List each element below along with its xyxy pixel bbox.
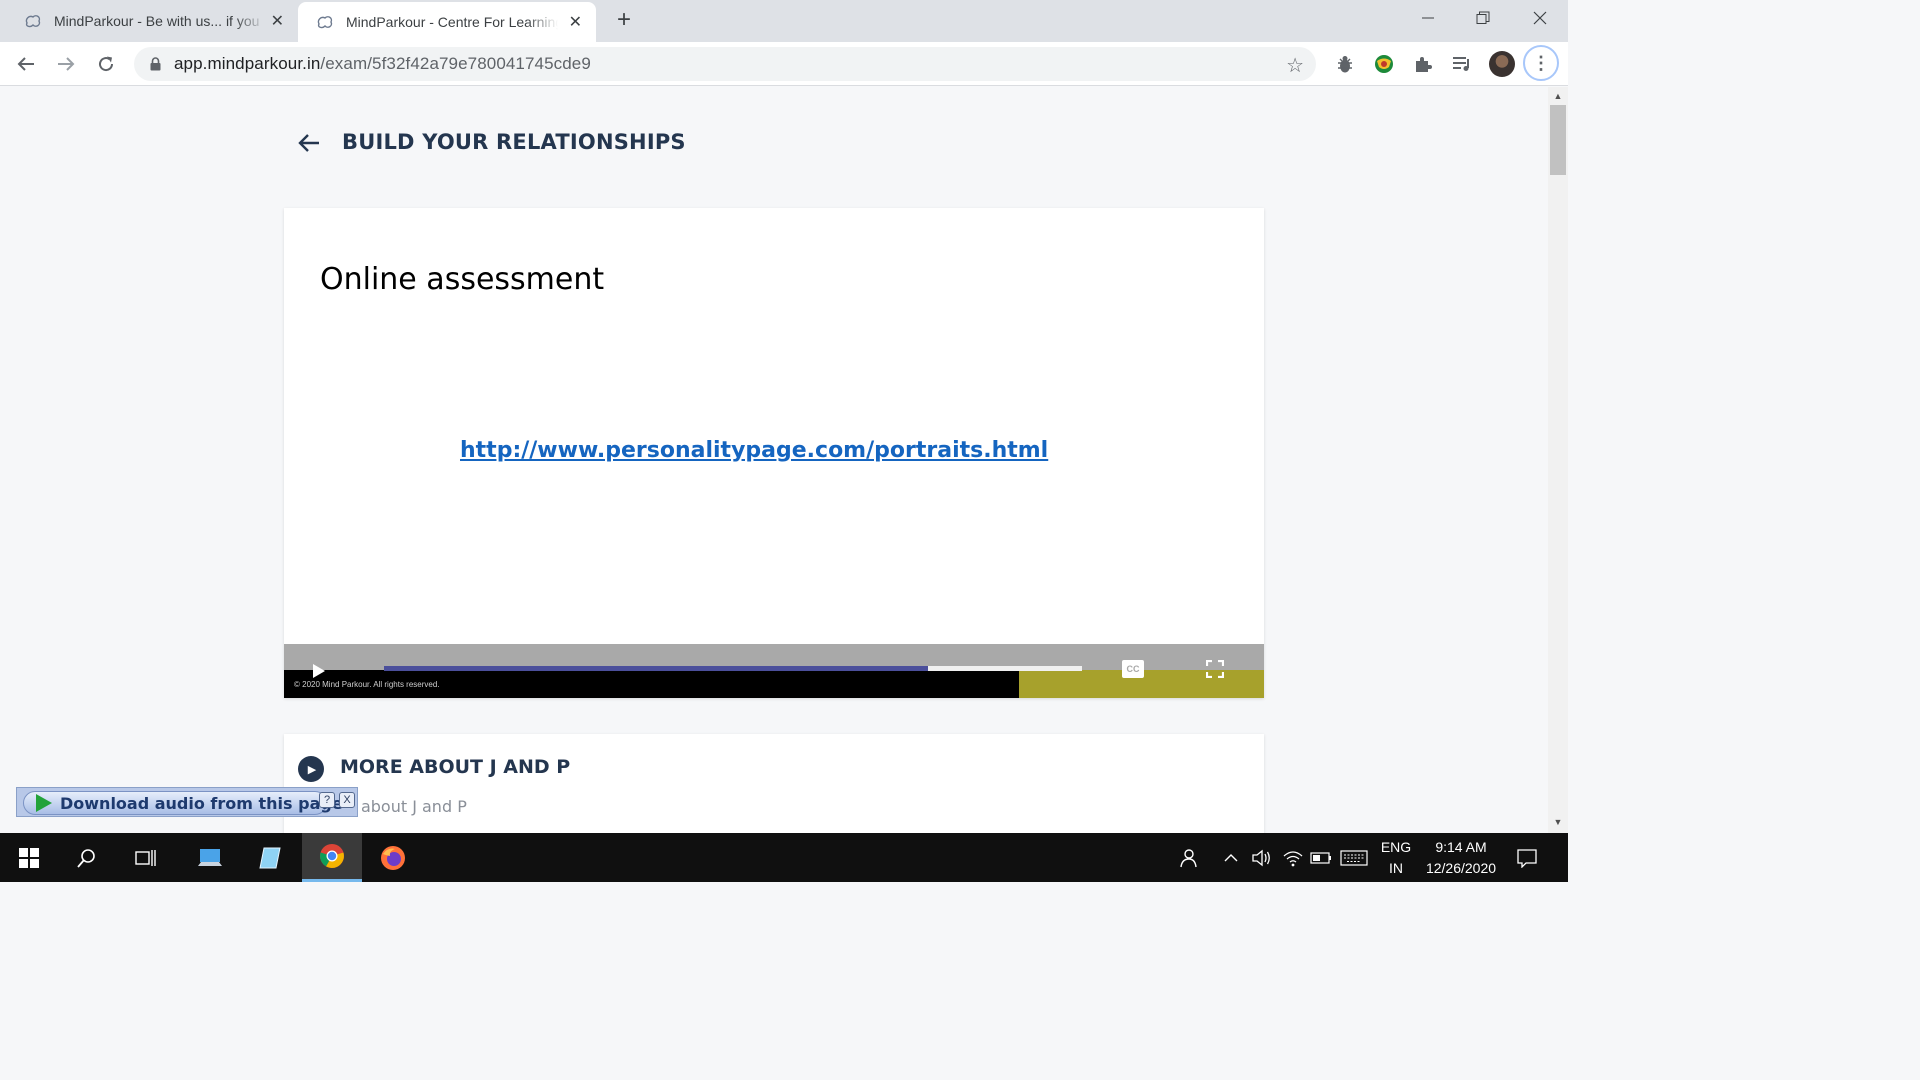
restore-button[interactable] [1459,0,1507,36]
forward-button[interactable] [52,50,80,78]
back-arrow-icon[interactable] [296,128,322,158]
system-clock[interactable]: 9:14 AM 12/26/2020 [1416,837,1506,879]
minimize-button[interactable] [1404,0,1452,36]
slide-link[interactable]: http://www.personalitypage.com/portraits… [460,438,1048,463]
tab-mindparkour-home[interactable]: MindParkour - Be with us... if you ✕ [0,0,298,42]
download-audio-widget: Download audio from this page ? X [16,787,358,817]
lock-icon[interactable] [148,57,162,71]
tab-title: MindParkour - Centre For Learning [346,14,558,30]
section-title: MORE ABOUT J AND P [340,756,571,778]
seek-progress [384,666,929,671]
page-scrollbar[interactable]: ▲ ▼ [1548,87,1568,833]
video-controls: CC © 2020 Mind Parkour. All rights reser… [284,644,1264,698]
language-code: ENG [1380,839,1412,855]
closed-captions-button[interactable]: CC [1122,660,1144,678]
seek-bar[interactable] [384,666,1082,671]
globe-extension-icon[interactable] [1372,52,1396,76]
section-play-icon[interactable]: ▶ [298,756,324,782]
url-text: app.mindparkour.in/exam/5f32f42a79e78004… [174,54,591,74]
play-icon[interactable] [308,660,330,682]
download-audio-label: Download audio from this page [60,793,343,813]
notifications-icon[interactable] [1512,833,1542,882]
video-player[interactable]: Online assessment http://www.personality… [284,208,1264,698]
help-button[interactable]: ? [319,792,335,808]
page-title: BUILD YOUR RELATIONSHIPS [342,130,686,154]
back-button[interactable] [12,50,40,78]
mindparkour-favicon-icon [316,13,334,31]
fullscreen-icon[interactable] [1205,659,1225,679]
notes-app-icon[interactable] [241,833,299,882]
bookmark-star-icon[interactable]: ☆ [1286,53,1304,78]
browser-toolbar: app.mindparkour.in/exam/5f32f42a79e78004… [0,42,1568,86]
chevron-up-icon[interactable] [1220,833,1242,882]
close-icon[interactable]: ✕ [271,11,284,31]
clock-time: 9:14 AM [1435,839,1487,855]
browser-menu-icon[interactable]: ⋮ [1523,45,1559,81]
url-path: /exam/5f32f42a79e780041745cde9 [320,54,591,73]
windows-start-icon[interactable] [0,833,58,882]
scrollbar-thumb[interactable] [1550,105,1566,175]
tab-strip: MindParkour - Be with us... if you ✕ Min… [0,0,1568,42]
profile-avatar[interactable] [1489,51,1515,77]
tab-title: MindParkour - Be with us... if you [54,13,260,29]
chrome-taskbar-icon[interactable] [302,833,362,882]
this-pc-icon[interactable] [181,833,239,882]
keyboard-icon[interactable] [1338,833,1370,882]
clock-date: 12/26/2020 [1425,860,1497,876]
section-card[interactable]: ▶ MORE ABOUT J AND P ore about J and P [284,734,1264,844]
scroll-up-icon[interactable]: ▲ [1552,91,1564,103]
mindparkour-favicon-icon [24,12,42,30]
url-host: app.mindparkour.in [174,54,321,73]
firefox-taskbar-icon[interactable] [364,833,422,882]
page-header: BUILD YOUR RELATIONSHIPS [296,128,686,158]
scroll-down-icon[interactable]: ▼ [1552,817,1564,829]
extensions-puzzle-icon[interactable] [1411,52,1435,76]
wifi-icon[interactable] [1280,833,1306,882]
address-bar[interactable]: app.mindparkour.in/exam/5f32f42a79e78004… [134,47,1316,81]
people-icon[interactable] [1174,833,1202,882]
region-code: IN [1389,860,1403,876]
tab-mindparkour-learning[interactable]: MindParkour - Centre For Learning ✕ [298,2,596,42]
slide-heading: Online assessment [320,262,605,297]
bug-extension-icon[interactable] [1333,52,1357,76]
close-icon[interactable]: ✕ [569,12,582,32]
language-indicator[interactable]: ENG IN [1376,837,1416,879]
task-view-icon[interactable] [117,833,175,882]
play-icon [36,794,52,812]
media-queue-icon[interactable] [1450,52,1474,76]
battery-icon[interactable] [1308,833,1334,882]
windows-taskbar: ENG IN 9:14 AM 12/26/2020 [0,833,1568,882]
search-icon[interactable] [58,833,116,882]
copyright-text: © 2020 Mind Parkour. All rights reserved… [294,680,440,689]
close-window-button[interactable] [1516,0,1564,36]
volume-icon[interactable] [1248,833,1274,882]
download-audio-button[interactable]: Download audio from this page [23,791,343,815]
close-widget-button[interactable]: X [339,792,355,808]
reload-button[interactable] [92,50,120,78]
new-tab-button[interactable]: + [610,6,638,34]
